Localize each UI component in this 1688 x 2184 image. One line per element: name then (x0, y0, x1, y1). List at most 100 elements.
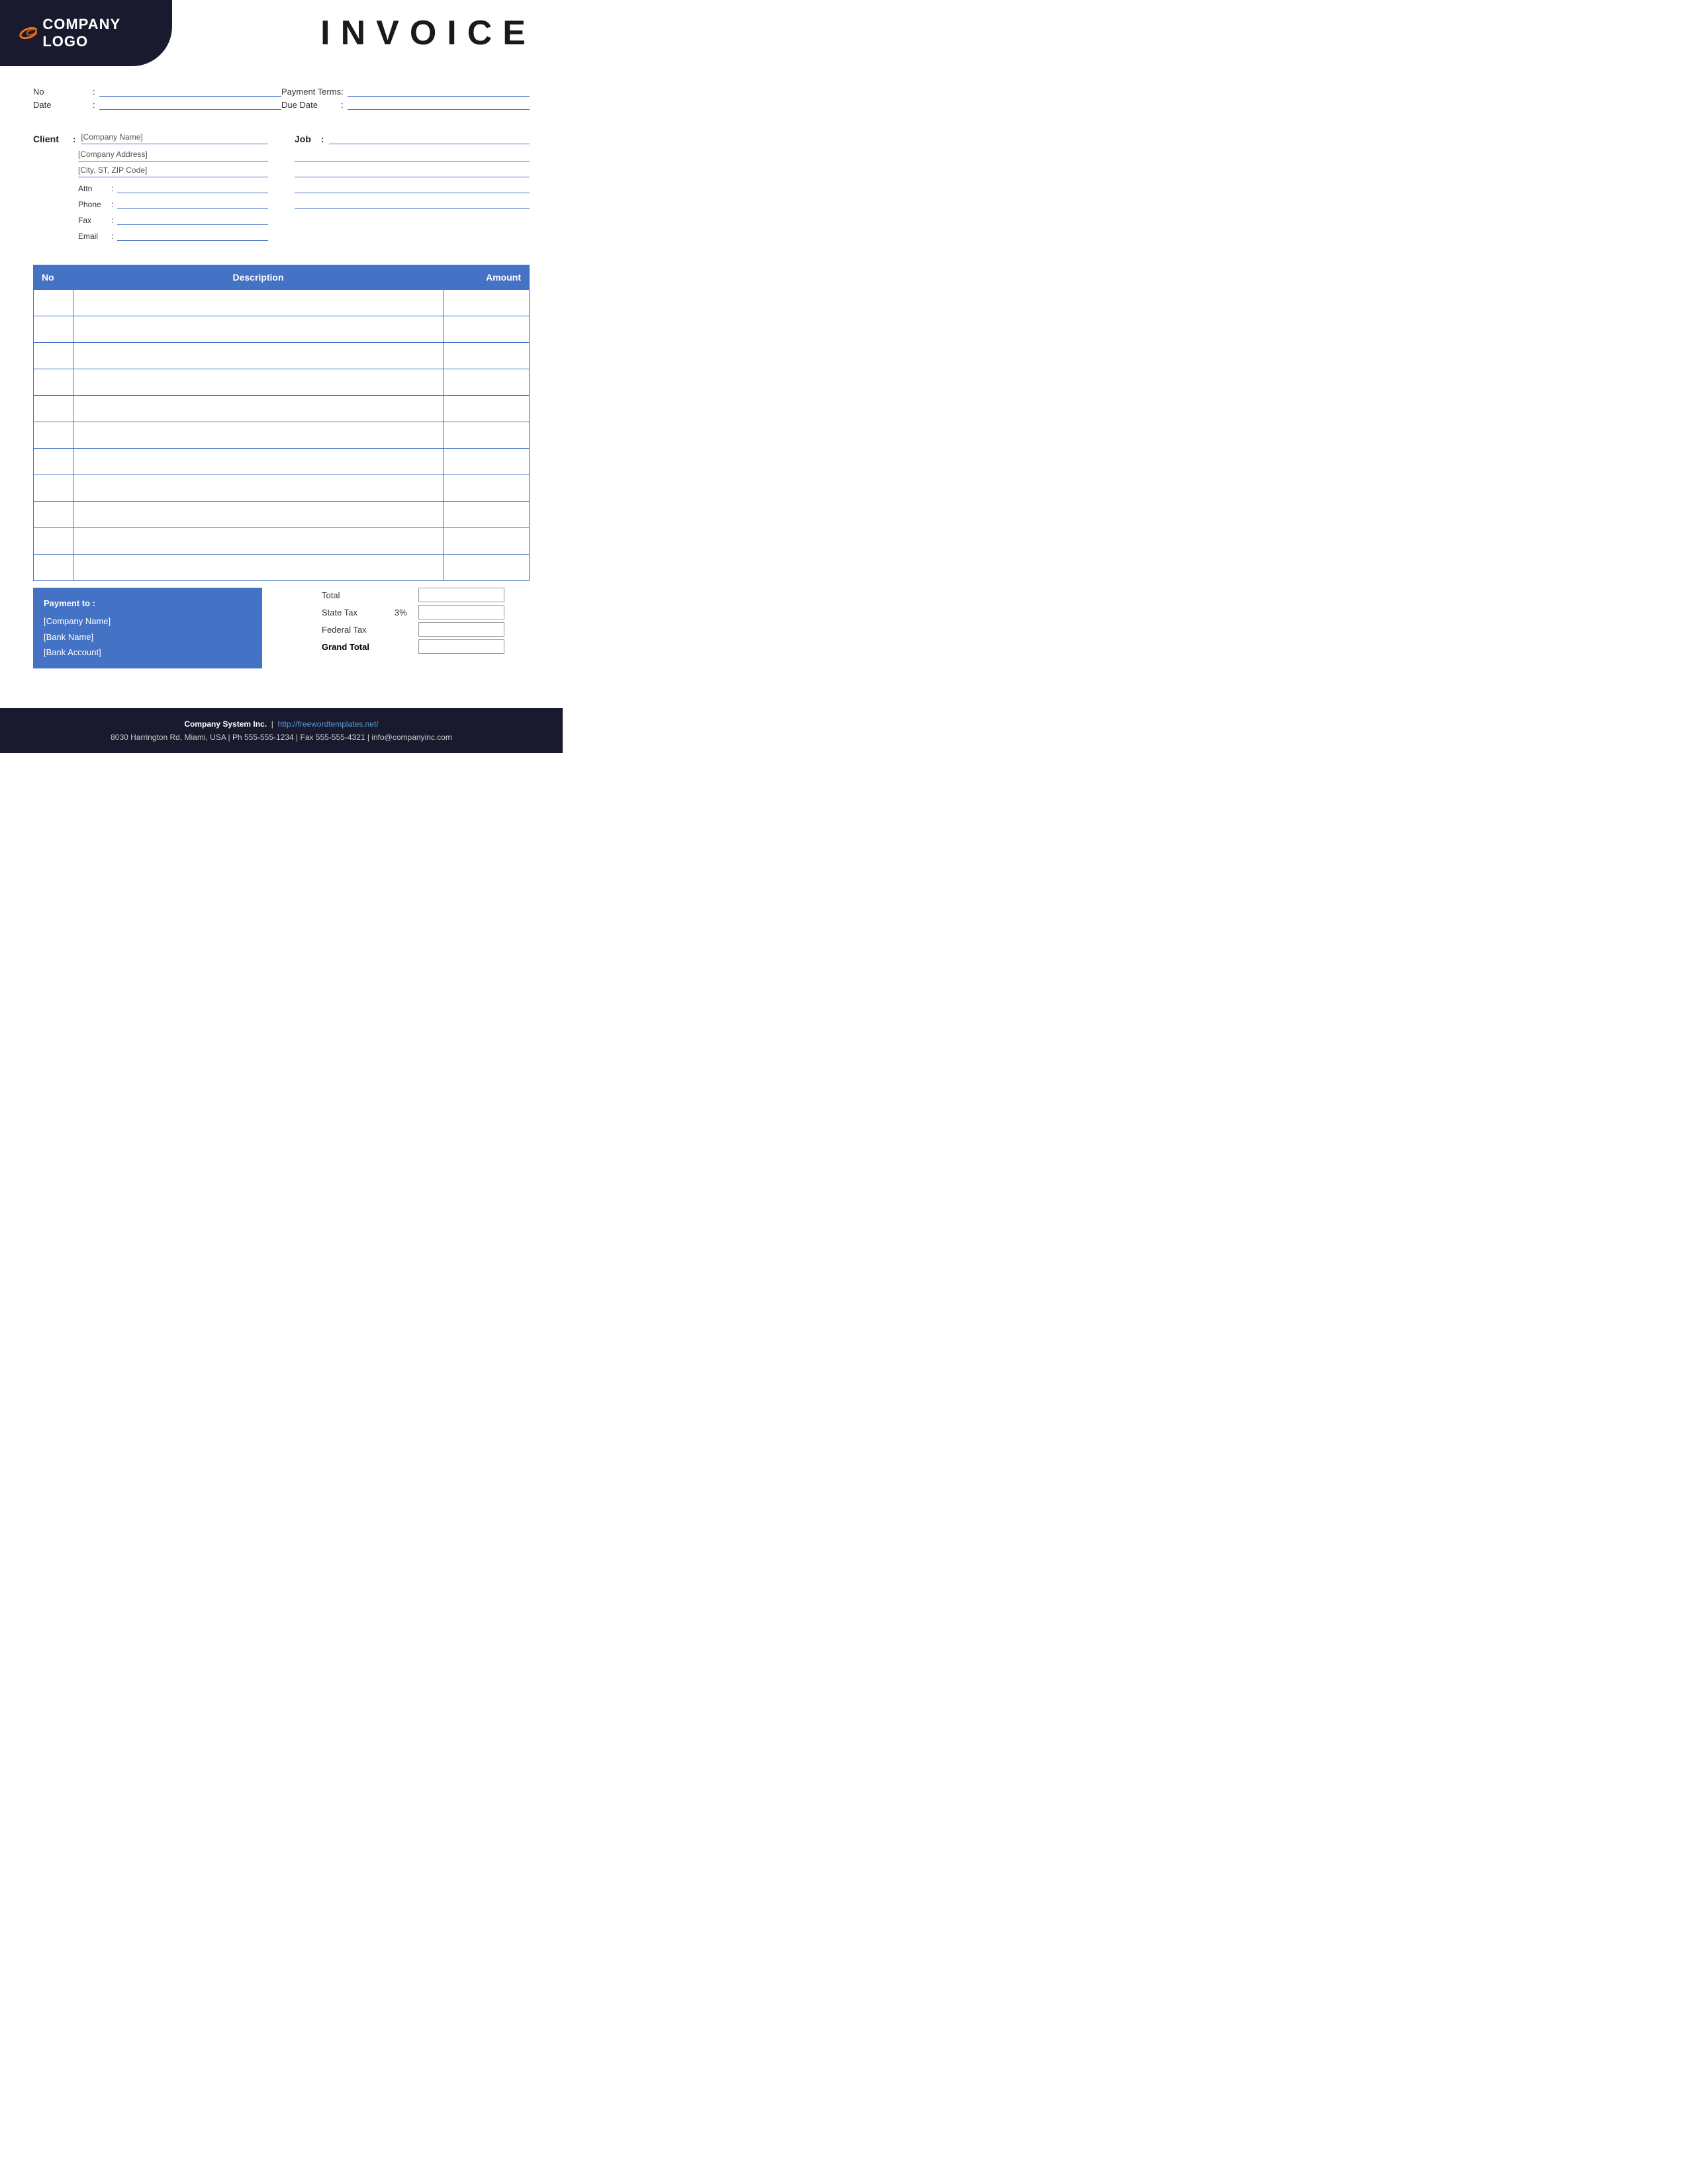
cell-amount-1[interactable] (444, 290, 530, 316)
payment-terms-field[interactable] (348, 86, 530, 97)
cell-no-8[interactable] (34, 475, 73, 502)
table-row[interactable] (34, 475, 530, 502)
cell-no-6[interactable] (34, 422, 73, 449)
cell-amount-10[interactable] (444, 528, 530, 555)
table-row[interactable] (34, 396, 530, 422)
cell-amount-6[interactable] (444, 422, 530, 449)
attn-label: Attn (78, 184, 111, 193)
payment-bank: [Bank Name] (44, 629, 252, 645)
phone-field[interactable] (117, 197, 268, 209)
table-row[interactable] (34, 502, 530, 528)
bottom-footer: Company System Inc. | http://freewordtem… (0, 708, 563, 754)
federal-tax-row: Federal Tax (322, 622, 530, 637)
table-row[interactable] (34, 555, 530, 581)
cell-amount-5[interactable] (444, 396, 530, 422)
job-field-3[interactable] (295, 165, 530, 177)
job-header-row: Job : (295, 132, 530, 144)
logo-text: COMPANY LOGO (13, 16, 159, 50)
total-field[interactable] (418, 588, 504, 602)
client-company-name[interactable]: [Company Name] (81, 132, 268, 144)
cell-amount-2[interactable] (444, 316, 530, 343)
cell-no-2[interactable] (34, 316, 73, 343)
table-row[interactable] (34, 290, 530, 316)
cell-no-5[interactable] (34, 396, 73, 422)
cell-desc-11[interactable] (73, 555, 444, 581)
meta-row-no-terms: No : Payment Terms : (33, 86, 530, 97)
table-section: No Description Amount (0, 251, 563, 581)
table-row[interactable] (34, 422, 530, 449)
cell-amount-9[interactable] (444, 502, 530, 528)
total-row: Total (322, 588, 530, 602)
email-colon: : (111, 232, 113, 241)
client-header-row: Client : [Company Name] (33, 132, 268, 144)
cell-no-3[interactable] (34, 343, 73, 369)
cell-desc-6[interactable] (73, 422, 444, 449)
client-city-field[interactable]: [City, ST, ZIP Code] (78, 165, 268, 177)
phone-colon: : (111, 200, 113, 209)
no-field[interactable] (99, 86, 281, 97)
client-email-row: Email : (33, 229, 268, 241)
meta-date: Date : (33, 99, 281, 110)
table-row[interactable] (34, 343, 530, 369)
cell-desc-5[interactable] (73, 396, 444, 422)
client-phone-row: Phone : (33, 197, 268, 209)
client-address-field[interactable]: [Company Address] (78, 150, 268, 161)
job-field-2[interactable] (295, 150, 530, 161)
cell-no-1[interactable] (34, 290, 73, 316)
cell-no-9[interactable] (34, 502, 73, 528)
payment-box: Payment to : [Company Name] [Bank Name] … (33, 588, 262, 668)
federal-tax-field[interactable] (418, 622, 504, 637)
cell-amount-3[interactable] (444, 343, 530, 369)
logo-area: COMPANY LOGO (0, 0, 172, 66)
job-label: Job (295, 134, 321, 144)
cell-no-10[interactable] (34, 528, 73, 555)
cell-no-7[interactable] (34, 449, 73, 475)
date-field[interactable] (99, 99, 281, 110)
fax-colon: : (111, 216, 113, 225)
cell-amount-7[interactable] (444, 449, 530, 475)
footer-website-link[interactable]: http://freewordtemplates.net/ (278, 719, 379, 729)
cell-desc-9[interactable] (73, 502, 444, 528)
footer-address: 8030 Harrington Rd, Miami, USA | Ph 555-… (13, 731, 549, 744)
job-field-1[interactable] (329, 132, 530, 144)
job-field-5[interactable] (295, 197, 530, 209)
payment-terms-label: Payment Terms (281, 87, 341, 97)
no-label: No (33, 87, 93, 97)
state-tax-row: State Tax 3% (322, 605, 530, 619)
state-tax-field[interactable] (418, 605, 504, 619)
meta-section: No : Payment Terms : Date : Due Date : (0, 66, 563, 119)
cell-desc-2[interactable] (73, 316, 444, 343)
job-field-4[interactable] (295, 181, 530, 193)
attn-colon: : (111, 184, 113, 193)
cell-desc-1[interactable] (73, 290, 444, 316)
logo-swirl-icon (13, 26, 37, 40)
invoice-title: INVOICE (320, 13, 536, 53)
state-tax-pct: 3% (395, 608, 414, 617)
cell-no-4[interactable] (34, 369, 73, 396)
table-row[interactable] (34, 528, 530, 555)
total-label: Total (322, 590, 395, 600)
cell-desc-8[interactable] (73, 475, 444, 502)
cell-no-11[interactable] (34, 555, 73, 581)
job-colon: : (321, 134, 324, 144)
cell-amount-4[interactable] (444, 369, 530, 396)
attn-field[interactable] (117, 181, 268, 193)
grand-total-field[interactable] (418, 639, 504, 654)
state-tax-label: State Tax (322, 608, 395, 617)
job-extra-row-3 (295, 181, 530, 193)
due-date-field[interactable] (348, 99, 530, 110)
table-row[interactable] (34, 449, 530, 475)
cell-desc-10[interactable] (73, 528, 444, 555)
cell-desc-4[interactable] (73, 369, 444, 396)
email-field[interactable] (117, 229, 268, 241)
cell-desc-3[interactable] (73, 343, 444, 369)
cell-desc-7[interactable] (73, 449, 444, 475)
client-attn-row: Attn : (33, 181, 268, 193)
due-date-label: Due Date (281, 100, 341, 110)
cell-amount-11[interactable] (444, 555, 530, 581)
table-row[interactable] (34, 369, 530, 396)
fax-field[interactable] (117, 213, 268, 225)
client-label: Client (33, 134, 73, 144)
table-row[interactable] (34, 316, 530, 343)
cell-amount-8[interactable] (444, 475, 530, 502)
